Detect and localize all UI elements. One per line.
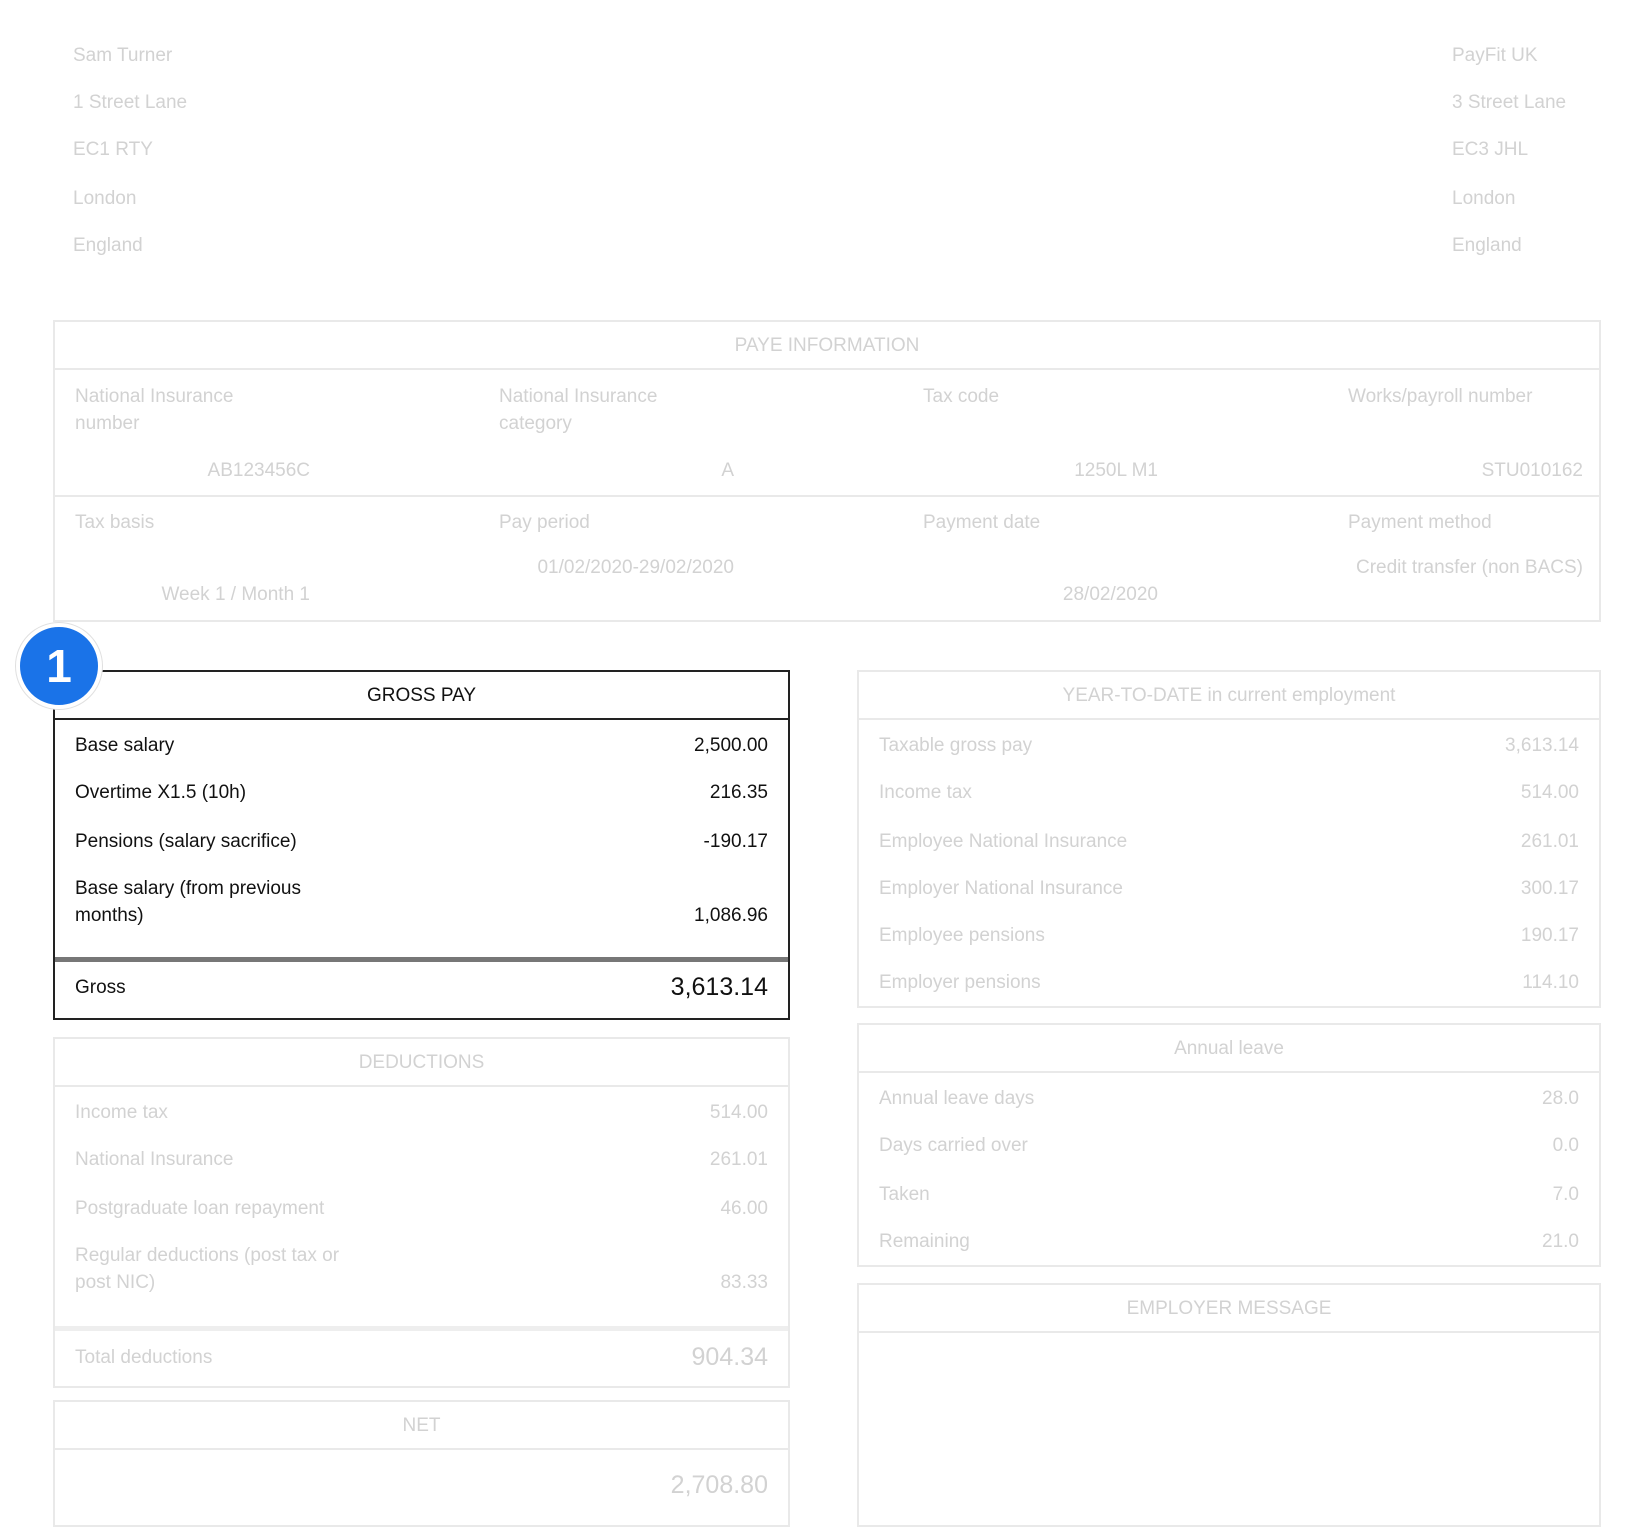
net-panel: NET 2,708.80 — [53, 1400, 790, 1527]
ni-category-label: National Insurance category — [499, 386, 658, 434]
annual-leave-item-label: Annual leave days — [879, 1088, 1035, 1109]
deductions-title: DEDUCTIONS — [55, 1039, 788, 1087]
pay-period-label: Pay period — [499, 512, 590, 533]
payment-date-label: Payment date — [923, 512, 1041, 533]
year-to-date-panel: YEAR-TO-DATE in current employment Taxab… — [857, 670, 1601, 1008]
gross-pay-title: GROSS PAY — [55, 672, 788, 720]
gross-total-value: 3,613.14 — [670, 973, 768, 1001]
employee-address-line-2: EC1 RTY — [73, 139, 153, 160]
tax-code-value: 1250L M1 — [1074, 460, 1158, 481]
net-title: NET — [55, 1402, 788, 1450]
gross-item-value: 2,500.00 — [694, 735, 768, 756]
employee-address-line-3: London — [73, 188, 137, 209]
employer-message-panel: EMPLOYER MESSAGE — [857, 1283, 1601, 1527]
ytd-item-label: Employee pensions — [879, 925, 1045, 946]
payment-method-label: Payment method — [1348, 512, 1492, 533]
employee-address-line-1: 1 Street Lane — [73, 92, 188, 113]
gross-total-label: Gross — [75, 977, 126, 998]
ni-category-value: A — [721, 460, 734, 481]
ytd-item-value: 114.10 — [1522, 972, 1579, 993]
gross-item-label: Overtime X1.5 (10h) — [75, 782, 247, 803]
tax-code-label: Tax code — [923, 386, 1000, 407]
gross-pay-row: Base salary (from previous months) 1,086… — [75, 875, 768, 935]
deduction-row: Regular deductions (post tax or post NIC… — [75, 1242, 768, 1302]
employee-name: Sam Turner — [73, 45, 173, 66]
gross-item-value: -190.17 — [703, 831, 768, 852]
deduction-item-label: Income tax — [75, 1102, 168, 1123]
deduction-item-value: 261.01 — [709, 1149, 768, 1170]
deductions-total-value: 904.34 — [691, 1343, 768, 1371]
annual-leave-item-value: 28.0 — [1542, 1088, 1579, 1109]
annual-leave-item-value: 21.0 — [1542, 1231, 1579, 1252]
deductions-total-separator — [55, 1326, 788, 1331]
ytd-item-value: 300.17 — [1520, 878, 1579, 899]
deduction-item-label: National Insurance — [75, 1149, 234, 1170]
tax-basis-label: Tax basis — [75, 512, 155, 533]
deduction-item-label: Postgraduate loan repayment — [75, 1198, 325, 1219]
annual-leave-item-label: Taken — [879, 1184, 930, 1205]
gross-item-label: Pensions (salary sacrifice) — [75, 831, 297, 852]
works-number-value: STU010162 — [1481, 460, 1583, 481]
annual-leave-title: Annual leave — [859, 1025, 1599, 1073]
paye-row-divider — [55, 495, 1599, 497]
year-to-date-title: YEAR-TO-DATE in current employment — [859, 672, 1599, 720]
net-value: 2,708.80 — [670, 1471, 768, 1499]
gross-item-value: 216.35 — [709, 782, 768, 803]
gross-item-label: Base salary — [75, 735, 175, 756]
tax-basis-value: Week 1 / Month 1 — [161, 584, 310, 605]
ytd-item-value: 190.17 — [1520, 925, 1579, 946]
employer-message-title: EMPLOYER MESSAGE — [859, 1285, 1599, 1333]
gross-total-separator — [55, 957, 788, 962]
ytd-item-label: Employer National Insurance — [879, 878, 1123, 899]
employer-address-line-2: EC3 JHL — [1452, 139, 1529, 160]
gross-item-value: 1,086.96 — [694, 905, 768, 926]
deduction-item-value: 46.00 — [720, 1198, 768, 1219]
payment-method-value: Credit transfer (non BACS) — [1355, 557, 1583, 578]
pay-period-value: 01/02/2020-29/02/2020 — [537, 557, 734, 578]
works-number-label: Works/payroll number — [1348, 386, 1533, 407]
ytd-item-label: Employer pensions — [879, 972, 1041, 993]
ni-number-label: National Insurance number — [75, 386, 234, 434]
payment-date-value: 28/02/2020 — [1062, 584, 1158, 605]
step-number-badge: 1 — [16, 623, 102, 709]
paye-information-title: PAYE INFORMATION — [55, 322, 1599, 370]
ytd-item-label: Income tax — [879, 782, 972, 803]
paye-information-panel: PAYE INFORMATION National Insurance numb… — [53, 320, 1601, 622]
deductions-panel: DEDUCTIONS Income tax 514.00 National In… — [53, 1037, 790, 1388]
deduction-item-value: 83.33 — [720, 1272, 768, 1293]
annual-leave-panel: Annual leave Annual leave days 28.0 Days… — [857, 1023, 1601, 1267]
employee-address-line-4: England — [73, 235, 143, 256]
annual-leave-item-label: Remaining — [879, 1231, 970, 1252]
annual-leave-item-value: 7.0 — [1552, 1184, 1579, 1205]
ytd-item-label: Taxable gross pay — [879, 735, 1033, 756]
ytd-item-value: 261.01 — [1520, 831, 1579, 852]
annual-leave-item-label: Days carried over — [879, 1135, 1028, 1156]
gross-item-label: Base salary (from previous months) — [75, 878, 301, 926]
employer-name: PayFit UK — [1452, 45, 1538, 66]
employer-address-line-3: London — [1452, 188, 1516, 209]
deduction-item-value: 514.00 — [709, 1102, 768, 1123]
employer-address-line-4: England — [1452, 235, 1522, 256]
employer-address-line-1: 3 Street Lane — [1452, 92, 1567, 113]
ytd-item-value: 514.00 — [1520, 782, 1579, 803]
deductions-total-label: Total deductions — [75, 1347, 213, 1368]
annual-leave-item-value: 0.0 — [1552, 1135, 1579, 1156]
gross-pay-panel: GROSS PAY Base salary 2,500.00 Overtime … — [53, 670, 790, 1020]
ytd-item-label: Employee National Insurance — [879, 831, 1128, 852]
deduction-item-label: Regular deductions (post tax or post NIC… — [75, 1245, 340, 1293]
ni-number-value: AB123456C — [207, 460, 310, 481]
ytd-item-value: 3,613.14 — [1505, 735, 1579, 756]
